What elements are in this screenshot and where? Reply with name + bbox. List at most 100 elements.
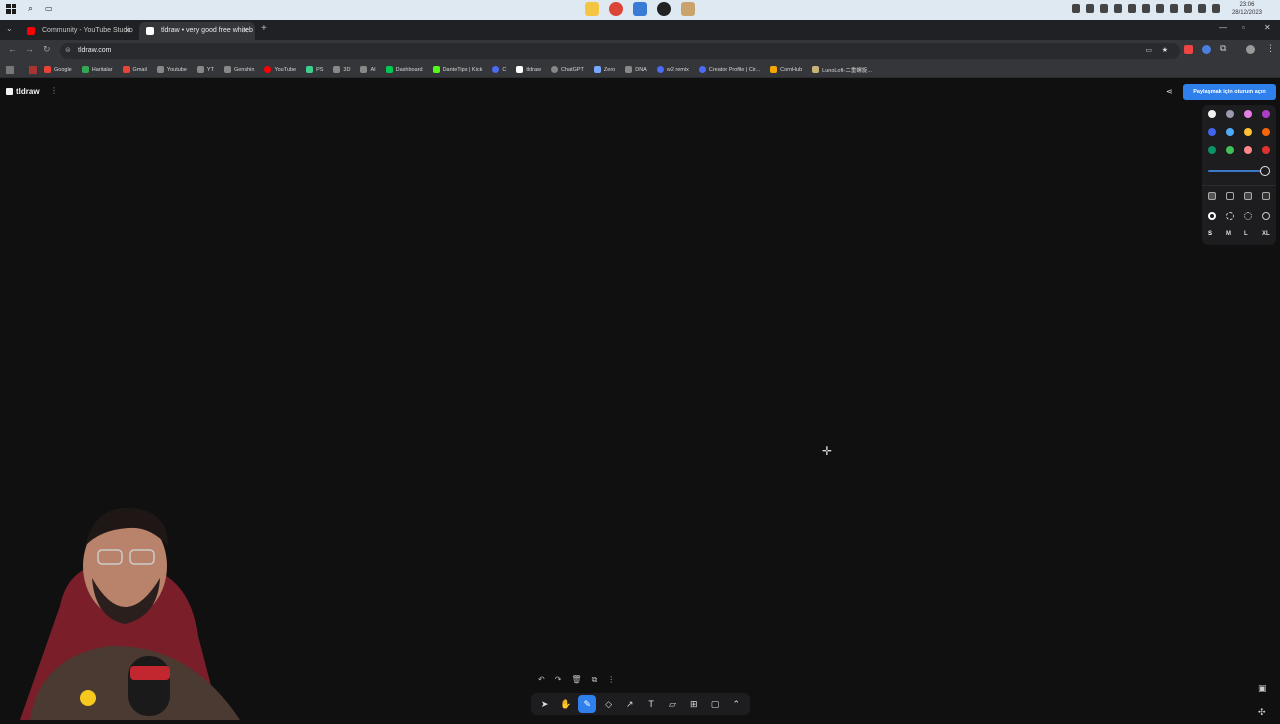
extension-icon-2[interactable] <box>1202 45 1211 54</box>
clock[interactable]: 23:06 28/12/2023 <box>1232 1 1262 17</box>
note-tool-icon[interactable]: ▱ <box>663 695 681 713</box>
color-swatch-violet[interactable] <box>1262 110 1270 118</box>
bookmark-creator-profile[interactable]: Creator Profile | Cir... <box>698 66 760 73</box>
share-icon[interactable]: ⋖ <box>1166 87 1173 96</box>
app-icon[interactable] <box>633 2 647 16</box>
more-actions-icon[interactable]: ⋮ <box>607 675 615 685</box>
tab-tldraw[interactable]: tldraw • very good free whiteb ✕ <box>139 22 255 40</box>
color-swatch-light-blue[interactable] <box>1226 128 1234 136</box>
bookmark-google[interactable]: Google <box>44 66 72 73</box>
color-swatch-green[interactable] <box>1208 146 1216 154</box>
select-tool-icon[interactable]: ➤ <box>536 695 554 713</box>
frame-tool-icon[interactable]: ⊞ <box>685 695 703 713</box>
reload-icon[interactable]: ↻ <box>43 44 51 55</box>
redo-icon[interactable]: ↷ <box>555 675 562 685</box>
close-window-icon[interactable]: ✕ <box>1264 23 1271 32</box>
close-tab-icon[interactable]: ✕ <box>242 22 249 40</box>
install-icon[interactable]: ▭ <box>1145 43 1152 59</box>
extension-icon[interactable] <box>1184 45 1193 54</box>
draw-tool-icon[interactable]: ✎ <box>578 695 597 713</box>
opacity-slider-thumb[interactable] <box>1260 166 1270 176</box>
bookmark-cornhub[interactable]: CornHub <box>770 66 802 73</box>
new-tab-icon[interactable]: + <box>261 23 267 34</box>
color-swatch-red[interactable] <box>1262 146 1270 154</box>
fill-pattern-icon[interactable] <box>1262 192 1270 200</box>
color-swatch-light-violet[interactable] <box>1244 110 1252 118</box>
task-view-icon[interactable]: ▭ <box>45 4 53 13</box>
extensions-puzzle-icon[interactable]: ⧉ <box>1220 43 1226 54</box>
bookmark-chatgpt[interactable]: ChatGPT <box>550 66 584 73</box>
hand-tool-icon[interactable]: ✋ <box>557 695 575 713</box>
bookmark-ps[interactable]: PS <box>306 66 323 73</box>
bookmark-dantetips[interactable]: DanteTips | Kick <box>432 66 482 73</box>
bookmark-dashboard[interactable]: Dashboard <box>385 66 423 73</box>
bookmark-youtube[interactable]: YouTube <box>264 66 296 73</box>
main-menu-icon[interactable]: ⋮ <box>50 86 58 95</box>
color-swatch-light-green[interactable] <box>1226 146 1234 154</box>
file-explorer-icon[interactable] <box>585 2 599 16</box>
fill-semi-icon[interactable] <box>1226 192 1234 200</box>
keyboard-shortcuts-icon[interactable]: ▣ <box>1258 676 1267 700</box>
size-m-button[interactable]: M <box>1226 231 1244 237</box>
undo-icon[interactable]: ↶ <box>538 675 545 685</box>
tab-youtube-studio[interactable]: Community - YouTube Studio ✕ <box>20 22 137 40</box>
app-icon-2[interactable] <box>681 2 695 16</box>
bookmark-w2-remix[interactable]: w2 remix <box>656 66 689 73</box>
help-icon[interactable]: ✣ <box>1258 700 1267 724</box>
bookmark-3d[interactable]: 3D <box>333 66 350 73</box>
browser-menu-icon[interactable]: ⋮ <box>1266 43 1275 54</box>
size-l-button[interactable]: L <box>1244 231 1262 237</box>
color-swatch-grey[interactable] <box>1226 110 1234 118</box>
maximize-icon[interactable]: ▫ <box>1242 23 1245 32</box>
minimize-icon[interactable]: — <box>1219 23 1227 32</box>
bookmark-dna[interactable]: DNA <box>625 66 647 73</box>
duplicate-icon[interactable]: ⧉ <box>592 675 598 685</box>
delete-icon[interactable]: 🗑 <box>571 675 581 685</box>
obs-icon[interactable] <box>657 2 671 16</box>
profile-icon[interactable] <box>1246 45 1255 54</box>
windows-start-icon[interactable] <box>6 3 16 14</box>
color-swatch-yellow[interactable] <box>1244 128 1252 136</box>
bookmark-haritalar[interactable]: Haritalar <box>81 66 113 73</box>
close-tab-icon[interactable]: ✕ <box>124 22 131 40</box>
color-swatch-white[interactable] <box>1208 110 1216 118</box>
signin-to-share-button[interactable]: Paylaşmak için oturum açın <box>1183 84 1276 100</box>
apps-grid-icon[interactable] <box>6 66 14 74</box>
dash-dotted-icon[interactable] <box>1244 212 1252 220</box>
bookmark-genshin[interactable]: Genshin <box>223 66 254 73</box>
chrome-icon[interactable] <box>609 2 623 16</box>
address-bar[interactable]: ⊜ tldraw.com ▭ ★ <box>60 43 1180 59</box>
bookmark-star-icon[interactable]: ★ <box>1162 43 1168 59</box>
dash-dashed-icon[interactable] <box>1226 212 1234 220</box>
fill-none-icon[interactable] <box>1208 192 1216 200</box>
back-icon[interactable]: ← <box>8 44 17 54</box>
color-swatch-orange[interactable] <box>1262 128 1270 136</box>
tldraw-logo[interactable]: tldraw <box>6 87 40 96</box>
tldraw-canvas[interactable]: tldraw ⋮ ⋖ Paylaşmak için oturum açın S … <box>0 78 1280 720</box>
eraser-tool-icon[interactable]: ◇ <box>600 695 618 713</box>
tab-search-icon[interactable]: ⌄ <box>6 24 13 33</box>
bookmark-zero[interactable]: Zero <box>593 66 615 73</box>
bookmark-yt[interactable]: YT <box>196 66 214 73</box>
dash-solid-icon[interactable] <box>1262 212 1270 220</box>
rectangle-tool-icon[interactable]: ▢ <box>706 695 724 713</box>
site-info-icon[interactable]: ⊜ <box>65 43 71 59</box>
size-xl-button[interactable]: XL <box>1262 231 1280 237</box>
fill-solid-icon[interactable] <box>1244 192 1252 200</box>
color-swatch-blue[interactable] <box>1208 128 1216 136</box>
forward-icon[interactable]: → <box>25 44 34 54</box>
search-icon[interactable]: ⌕ <box>28 3 33 14</box>
opacity-slider[interactable] <box>1208 165 1270 177</box>
bookmark-tldraw[interactable]: tldraw <box>516 66 541 73</box>
bookmark-lunoloft[interactable]: LunoLoft-二重螺旋... <box>812 66 872 74</box>
bookmark-c[interactable]: C <box>492 66 506 73</box>
size-s-button[interactable]: S <box>1208 231 1226 237</box>
bookmark-youtube-folder[interactable]: Youtube <box>156 66 187 73</box>
arrow-tool-icon[interactable]: ↗ <box>621 695 639 713</box>
text-tool-icon[interactable]: T <box>642 695 660 713</box>
bookmark-gmail[interactable]: Gmail <box>122 66 147 73</box>
apps-grid-icon-2[interactable] <box>29 66 37 74</box>
more-tools-chevron-icon[interactable]: ⌃ <box>727 695 745 713</box>
color-swatch-light-red[interactable] <box>1244 146 1252 154</box>
bookmark-ai[interactable]: AI <box>360 66 376 73</box>
